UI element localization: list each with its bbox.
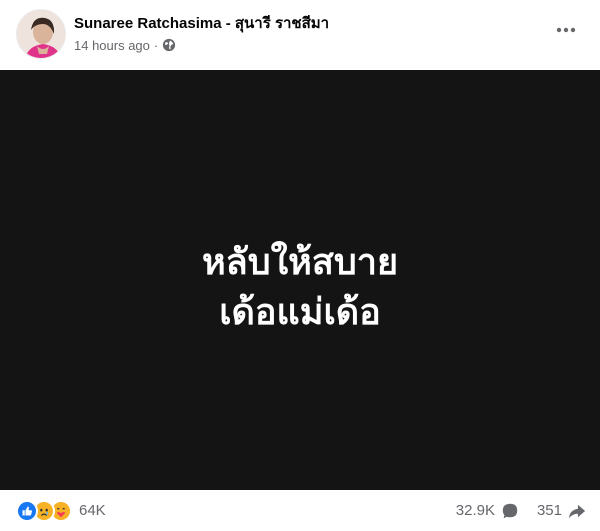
facebook-post: Sunaree Ratchasima - สุนารี ราชสีมา 14 h… bbox=[0, 0, 600, 531]
comments-count: 32.9K bbox=[455, 502, 495, 519]
meta-separator: · bbox=[153, 37, 159, 53]
more-options-icon[interactable] bbox=[548, 18, 584, 42]
like-icon bbox=[16, 499, 38, 522]
share-icon bbox=[568, 502, 586, 520]
media-text-line-1: หลับให้สบาย bbox=[201, 242, 399, 283]
reactions-summary[interactable]: 64K bbox=[16, 499, 106, 522]
post-header: Sunaree Ratchasima - สุนารี ราชสีมา 14 h… bbox=[0, 0, 600, 70]
author-name[interactable]: Sunaree Ratchasima - สุนารี ราชสีมา bbox=[74, 11, 329, 35]
avatar-photo bbox=[17, 10, 65, 58]
media-text: หลับให้สบาย เด้อแม่เด้อ bbox=[0, 238, 600, 338]
author-avatar[interactable] bbox=[16, 9, 66, 59]
post-footer: 64K 32.9K 351 bbox=[0, 490, 600, 531]
media-text-line-2: เด้อแม่เด้อ bbox=[219, 292, 381, 333]
shares-stat[interactable]: 351 bbox=[537, 502, 586, 520]
shares-count: 351 bbox=[536, 502, 562, 519]
reaction-icons bbox=[16, 499, 72, 522]
post-media[interactable]: หลับให้สบาย เด้อแม่เด้อ bbox=[0, 70, 600, 490]
post-meta: 14 hours ago · bbox=[74, 36, 176, 54]
reactions-count[interactable]: 64K bbox=[79, 502, 106, 519]
globe-icon[interactable] bbox=[162, 38, 176, 52]
post-stats: 32.9K 351 bbox=[456, 502, 586, 520]
comments-stat[interactable]: 32.9K bbox=[456, 502, 519, 520]
comment-icon bbox=[501, 502, 519, 520]
post-timestamp[interactable]: 14 hours ago bbox=[74, 38, 150, 53]
